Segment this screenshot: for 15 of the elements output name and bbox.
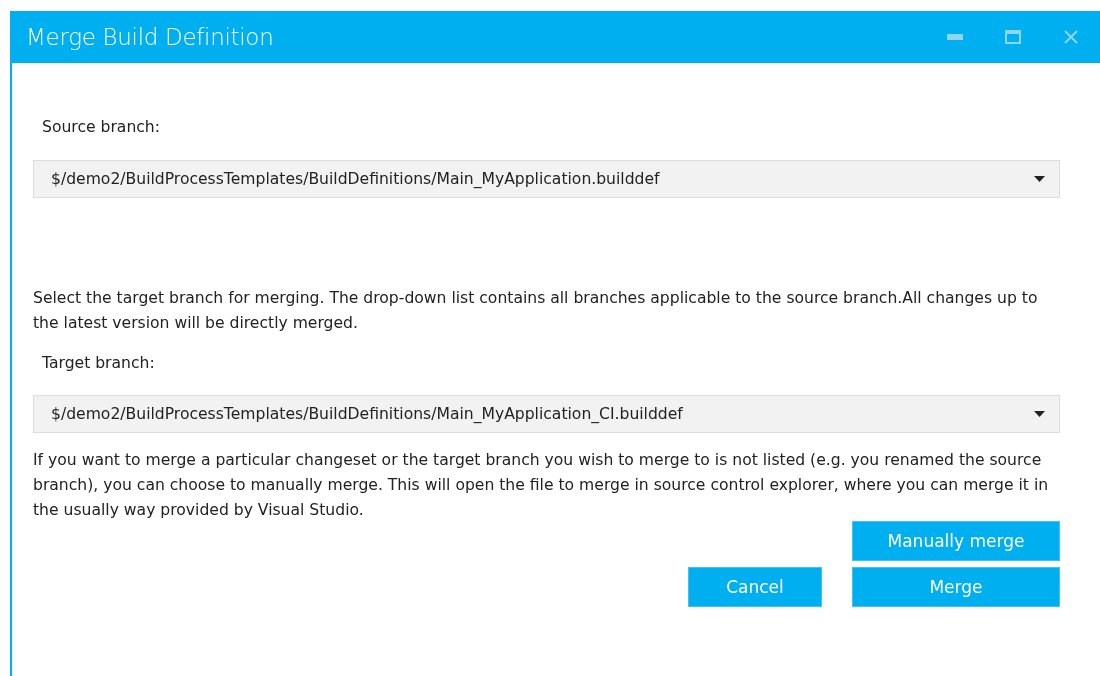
dropdown-caret-icon <box>1034 176 1045 182</box>
source-branch-dropdown[interactable]: $/demo2/BuildProcessTemplates/BuildDefinitions/Main_MyApplication.builddef <box>33 160 1060 198</box>
maximize-icon <box>1005 30 1021 44</box>
help-text: If you want to merge a particular changeset or the target branch you wish to merge to is not listed (e.g. you renamed the source branch), you can choose to manually merge. This will open the file to merge in source control explorer, where you can merge it in the usually way provided by Visual Studio. <box>33 450 1050 521</box>
minimize-icon <box>947 34 963 40</box>
cancel-button[interactable]: Cancel <box>688 567 822 607</box>
target-branch-dropdown[interactable]: $/demo2/BuildProcessTemplates/BuildDefinitions/Main_MyApplication_CI.builddef <box>33 395 1060 433</box>
merge-button[interactable]: Merge <box>852 567 1060 607</box>
field-label: Source branch: <box>41 117 161 138</box>
window-title: Merge Build Definition <box>25 24 275 50</box>
close-icon <box>1063 29 1079 45</box>
dropdown-caret-icon <box>1034 411 1045 417</box>
field-label: Target branch: <box>41 353 156 374</box>
manually-merge-button[interactable]: Manually merge <box>852 521 1060 561</box>
help-text: Select the target branch for merging. The drop-down list contains all branches applicable to the source branch.All changes up to the latest version will be directly merged. <box>33 288 1039 334</box>
